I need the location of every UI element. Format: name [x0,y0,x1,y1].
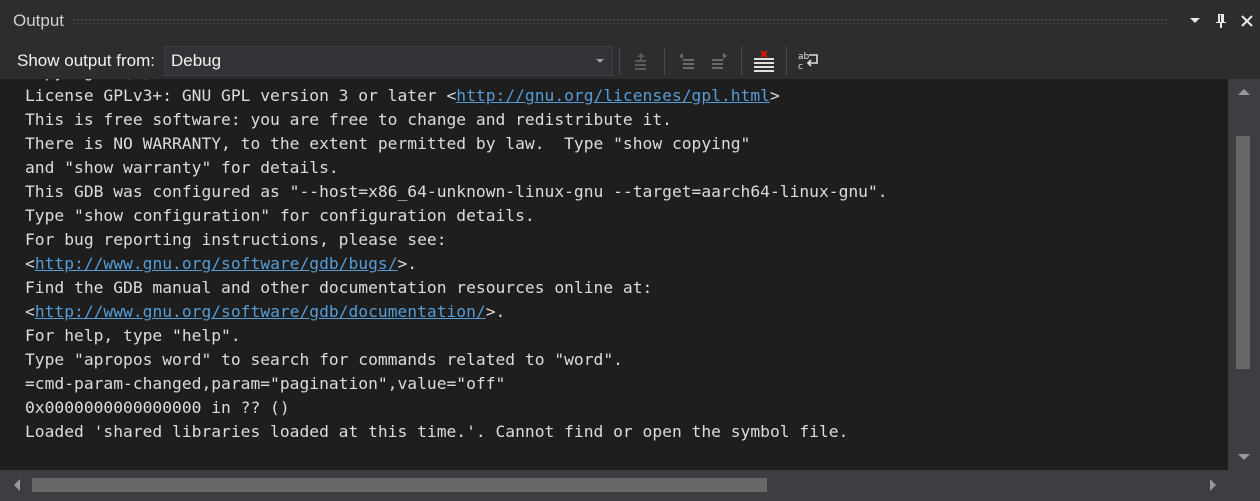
output-title-bar: Output [0,0,1260,42]
output-line: This GDB was configured as "--host=x86_6… [25,180,888,204]
output-line: Type "show configuration" for configurat… [25,204,888,228]
output-line: <http://www.gnu.org/software/gdb/bugs/>. [25,252,888,276]
scroll-down-icon[interactable] [1238,454,1250,460]
output-text: < [25,302,35,321]
previous-message-button[interactable] [674,48,700,74]
output-text: and "show warranty" for details. [25,158,339,177]
output-line: <http://www.gnu.org/software/gdb/documen… [25,300,888,324]
next-message-button[interactable] [706,48,732,74]
output-source-select[interactable]: Debug [163,45,613,76]
output-text: < [25,254,35,273]
output-line: and "show warranty" for details. [25,156,888,180]
output-line: License GPLv3+: GNU GPL version 3 or lat… [25,84,888,108]
output-line: For bug reporting instructions, please s… [25,228,888,252]
output-text: Copyright (C) 2018 Free Software Foundat… [25,79,505,81]
output-text: >. [397,254,418,273]
output-text-area[interactable]: Copyright (C) 2018 Free Software Foundat… [0,79,1228,470]
output-text: There is NO WARRANTY, to the extent perm… [25,134,751,153]
next-message-icon [711,52,727,69]
drag-grip[interactable] [72,18,1168,24]
show-output-label: Show output from: [17,50,155,70]
go-to-current-line-icon [634,52,646,70]
horizontal-scrollbar[interactable] [0,470,1228,501]
output-link[interactable]: http://www.gnu.org/software/gdb/document… [35,302,486,321]
scroll-right-icon[interactable] [1210,479,1216,491]
pin-icon [1216,14,1226,28]
panel-title: Output [13,11,65,30]
output-lines: Copyright (C) 2018 Free Software Foundat… [25,79,888,444]
output-line: Loaded 'shared libraries loaded at this … [25,420,888,444]
output-link[interactable]: http://gnu.org/licenses/gpl.html [456,86,770,105]
output-line: There is NO WARRANTY, to the extent perm… [25,132,888,156]
output-line: Type "apropos word" to search for comman… [25,348,888,372]
scroll-left-icon[interactable] [14,479,20,491]
toolbar-separator [618,46,620,75]
vertical-scroll-thumb[interactable] [1236,136,1250,369]
output-text: For bug reporting instructions, please s… [25,230,447,249]
output-text: =cmd-param-changed,param="pagination",va… [25,374,506,393]
go-to-current-line-button[interactable] [629,48,655,74]
output-line: Find the GDB manual and other documentat… [25,276,888,300]
output-toolbar: Show output from: Debug ab c [0,42,1260,79]
close-button[interactable] [1234,8,1260,34]
output-link[interactable]: http://www.gnu.org/software/gdb/bugs/ [35,254,398,273]
vertical-scrollbar[interactable] [1228,79,1260,470]
output-text: License GPLv3+: GNU GPL version 3 or lat… [25,86,457,105]
output-text: This GDB was configured as "--host=x86_6… [25,182,888,201]
output-text: Type "apropos word" to search for comman… [25,350,623,369]
output-source-value: Debug [170,50,222,70]
word-wrap-icon: ab c [798,52,818,72]
clear-all-icon [753,49,774,72]
toolbar-separator [740,46,742,75]
previous-message-icon [678,52,694,69]
output-text: Find the GDB manual and other documentat… [25,278,653,297]
output-line: For help, type "help". [25,324,888,348]
scrollbar-corner [1228,470,1260,501]
chevron-down-icon [1190,18,1200,23]
window-position-button[interactable] [1182,8,1208,34]
horizontal-scroll-thumb[interactable] [32,478,767,492]
clear-all-button[interactable] [751,48,777,74]
chevron-down-icon [595,58,604,63]
svg-text:ab: ab [798,52,810,62]
output-text: > [769,86,780,105]
toolbar-separator [663,46,665,75]
output-text: For help, type "help". [25,326,241,345]
output-text: 0x0000000000000000 in ?? () [25,398,290,417]
word-wrap-button[interactable]: ab c [796,48,822,74]
output-text: This is free software: you are free to c… [25,110,672,129]
toolbar-separator [785,46,787,75]
output-text: >. [485,302,506,321]
output-line: 0x0000000000000000 in ?? () [25,396,888,420]
svg-text:c: c [798,62,803,72]
auto-hide-button[interactable] [1208,8,1234,34]
output-line: This is free software: you are free to c… [25,108,888,132]
output-line: =cmd-param-changed,param="pagination",va… [25,372,888,396]
output-text: Loaded 'shared libraries loaded at this … [25,422,849,441]
close-icon [1241,15,1253,27]
scroll-up-icon[interactable] [1238,89,1250,95]
output-text: Type "show configuration" for configurat… [25,206,535,225]
